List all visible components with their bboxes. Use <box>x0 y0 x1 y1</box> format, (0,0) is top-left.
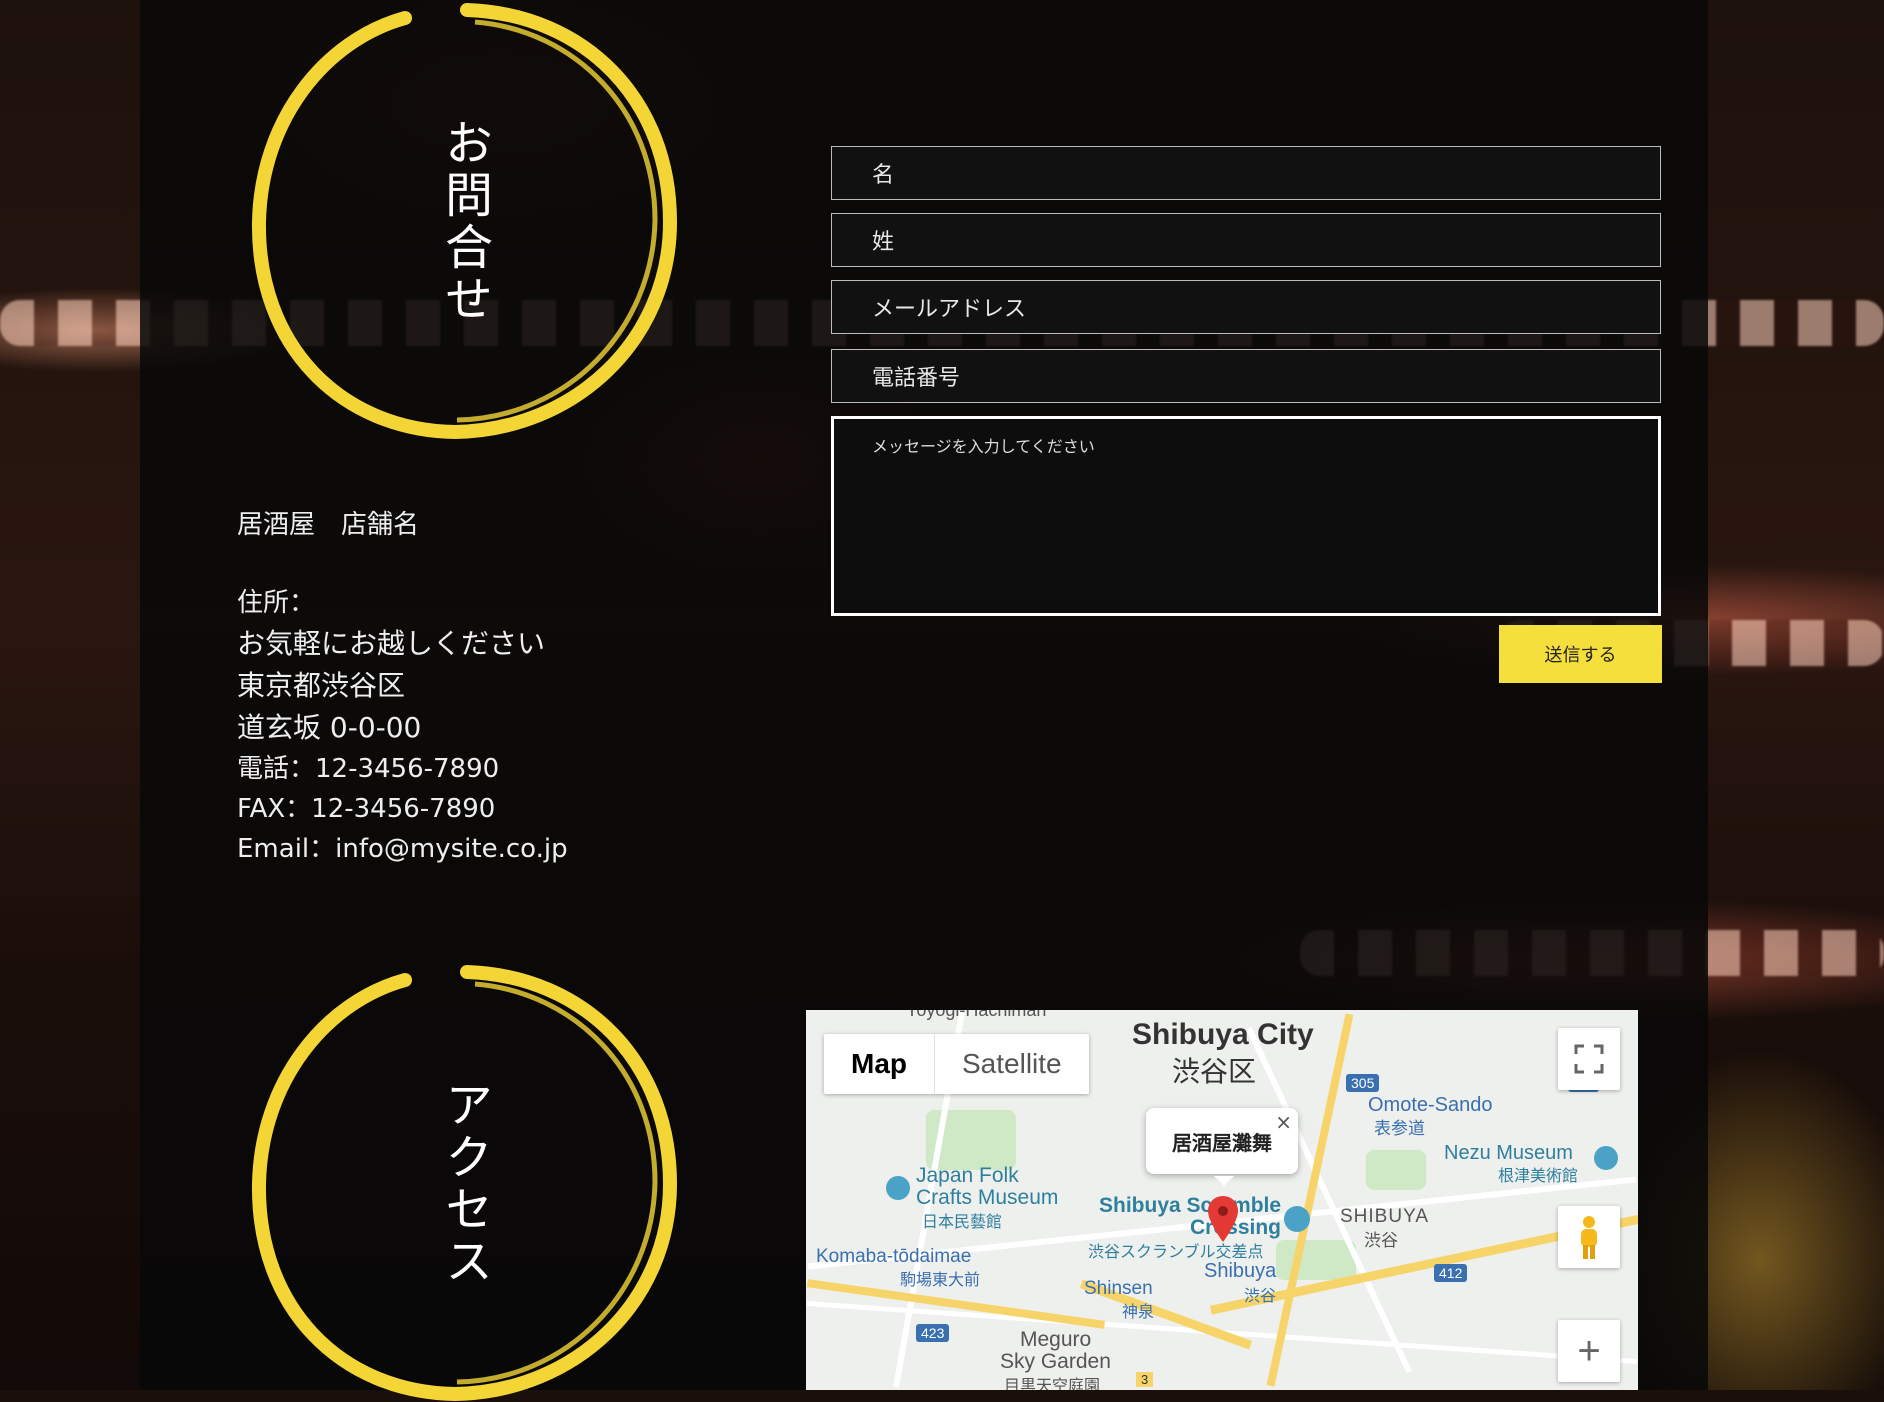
map-label: 目黒天空庭園 <box>1004 1378 1101 1390</box>
email-field[interactable]: メールアドレス <box>831 280 1661 334</box>
map-type-button[interactable]: Map <box>824 1034 934 1094</box>
first-name-field[interactable]: 名 <box>831 146 1661 200</box>
map-label: 根津美術館 <box>1498 1168 1579 1185</box>
phone-text: 電話：12-3456-7890 <box>237 754 500 784</box>
shop-name: 居酒屋 店舗名 <box>237 510 420 540</box>
marker-info-window: 居酒屋灘舞 × <box>1146 1108 1298 1186</box>
fullscreen-icon <box>1574 1044 1604 1074</box>
map-label: 渋谷 <box>1244 1288 1277 1305</box>
phone-field[interactable]: 電話番号 <box>831 349 1661 403</box>
satellite-type-button[interactable]: Satellite <box>934 1034 1089 1094</box>
poi-attraction-icon <box>1284 1206 1310 1232</box>
route-badge: 3 <box>1136 1372 1154 1387</box>
map-marker-icon[interactable] <box>1208 1196 1238 1242</box>
marker-label: 居酒屋灘舞 <box>1172 1130 1272 1155</box>
message-placeholder: メッセージを入力してください <box>872 437 1095 456</box>
map-label: Crafts Museum <box>916 1186 1059 1209</box>
street-view-pegman[interactable] <box>1558 1206 1620 1268</box>
map-label: 神泉 <box>1122 1304 1155 1321</box>
first-name-placeholder: 名 <box>872 163 895 188</box>
map-park <box>1276 1240 1356 1280</box>
map-label: Sky Garden <box>1000 1350 1111 1373</box>
map-label: Meguro <box>1020 1328 1092 1351</box>
zoom-in-button[interactable]: + <box>1558 1320 1620 1382</box>
access-title: アクセス <box>436 1080 492 1288</box>
map-label: Shinsen <box>1084 1278 1153 1299</box>
route-badge: 423 <box>916 1324 950 1342</box>
phone-placeholder: 電話番号 <box>872 366 961 391</box>
submit-button[interactable]: 送信する <box>1499 625 1662 683</box>
map-label: Komaba-tōdaimae <box>816 1246 972 1267</box>
map-label: 駒場東大前 <box>900 1272 981 1289</box>
last-name-field[interactable]: 姓 <box>831 213 1661 267</box>
contact-title: お問合せ <box>436 118 492 326</box>
poi-museum-icon <box>1594 1146 1618 1170</box>
google-map[interactable]: Yoyogi-Hachiman Shibuya City 渋谷区 305 246… <box>806 1010 1638 1390</box>
map-label: Shibuya Scramble <box>1099 1194 1282 1217</box>
map-label: Shibuya City <box>1132 1018 1314 1051</box>
map-park <box>1366 1150 1426 1190</box>
close-icon[interactable]: × <box>1275 1110 1292 1134</box>
map-label: 日本民藝館 <box>922 1214 1003 1231</box>
message-field[interactable]: メッセージを入力してください <box>831 416 1661 616</box>
map-label: 渋谷区 <box>1172 1056 1257 1087</box>
poi-museum-icon <box>886 1176 910 1200</box>
map-label: Yoyogi-Hachiman <box>906 1010 1047 1020</box>
email-text: Email：info@mysite.co.jp <box>237 834 568 864</box>
route-badge: 305 <box>1346 1074 1380 1092</box>
last-name-placeholder: 姓 <box>872 230 895 255</box>
map-label: SHIBUYA <box>1340 1206 1430 1227</box>
map-label: Japan Folk <box>916 1164 1019 1187</box>
email-placeholder: メールアドレス <box>872 297 1027 322</box>
fullscreen-button[interactable] <box>1558 1028 1620 1090</box>
address-line2: 道玄坂 0-0-00 <box>237 711 422 744</box>
map-label: Shibuya <box>1204 1260 1277 1282</box>
map-label: 渋谷 <box>1364 1231 1398 1250</box>
pegman-icon <box>1581 1216 1597 1259</box>
map-type-control: Map Satellite <box>824 1034 1089 1094</box>
map-label: 表参道 <box>1374 1119 1425 1138</box>
route-badge: 412 <box>1434 1264 1468 1282</box>
address-line1: 東京都渋谷区 <box>237 669 406 702</box>
address-label: 住所： <box>237 588 316 618</box>
address-note: お気軽にお越しください <box>237 627 546 660</box>
fax-text: FAX：12-3456-7890 <box>237 794 496 824</box>
plus-icon: + <box>1577 1328 1601 1373</box>
